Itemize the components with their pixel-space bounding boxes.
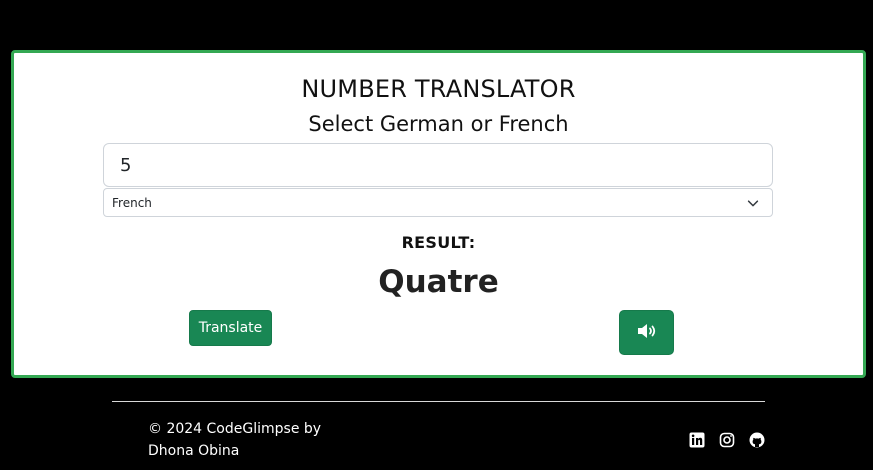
copyright-line-1: © 2024 CodeGlimpse by [148,421,322,437]
page-subtitle: Select German or French [308,112,569,136]
chevron-down-icon [746,196,760,210]
github-icon[interactable] [749,432,765,448]
language-select[interactable]: French [103,188,773,217]
copyright-line-2: Dhona Obina [148,443,240,459]
translator-card: NUMBER TRANSLATOR Select German or Frenc… [11,50,866,378]
social-links [689,432,765,448]
result-label: RESULT: [401,233,476,252]
speak-button[interactable] [619,310,674,355]
page-title: NUMBER TRANSLATOR [301,75,576,103]
linkedin-icon[interactable] [689,432,705,448]
instagram-icon[interactable] [719,432,735,448]
footer-divider [112,401,765,402]
result-value: Quatre [378,264,499,300]
number-input[interactable] [103,143,773,187]
translate-button[interactable]: Translate [189,310,272,346]
language-select-value: French [112,195,152,210]
footer-copyright: © 2024 CodeGlimpse by Dhona Obina [148,418,338,462]
speaker-volume-icon [635,319,659,346]
